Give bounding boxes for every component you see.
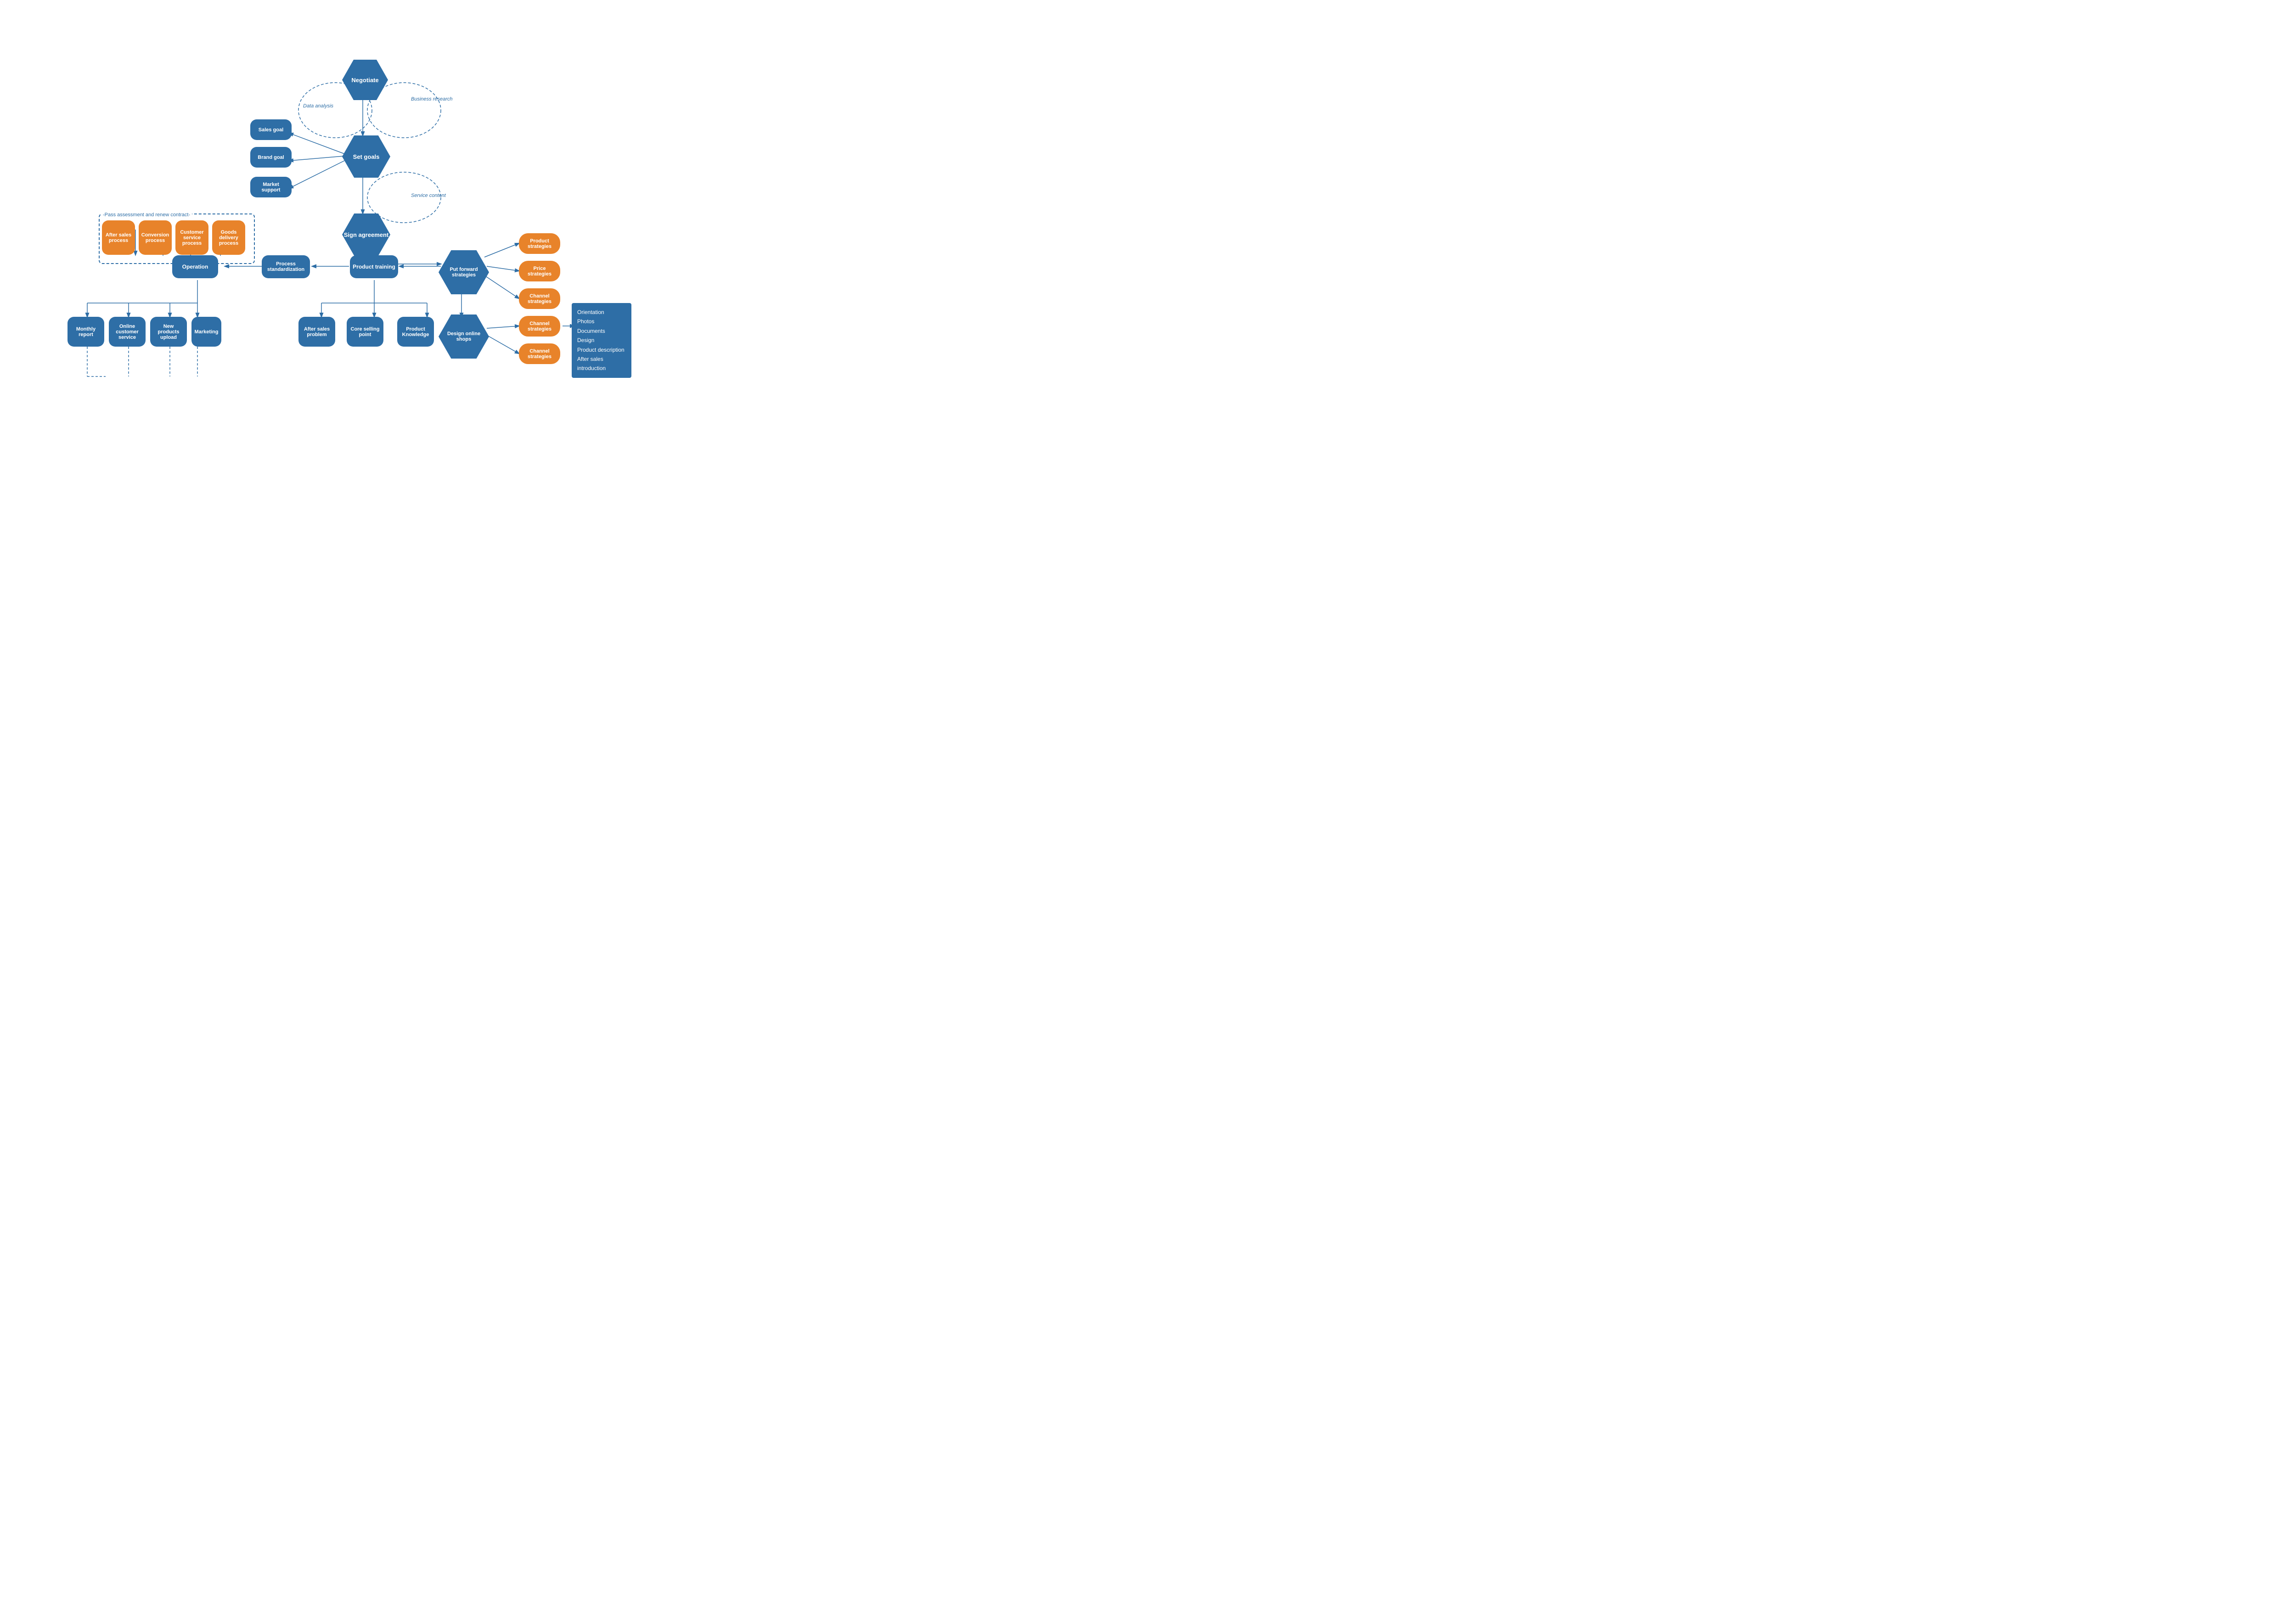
channel-strategies-3-label: Channel strategies (522, 348, 557, 359)
diagram-container: Negotiate Set goals Sign agreement Sales… (0, 0, 597, 413)
marketing-node: Marketing (191, 317, 221, 347)
dashed-assessment-label: -Pass assessment and renew contract- (101, 212, 192, 218)
process-standardization-label: Process standardization (264, 261, 307, 272)
sign-agreement-node: Sign agreement (342, 213, 390, 256)
product-knowledge-node: Product Knowledge (397, 317, 434, 347)
new-products-upload-node: New products upload (150, 317, 187, 347)
channel-strategies-2-node: Channel strategies (519, 316, 560, 337)
core-selling-point-label: Core selling point (349, 326, 381, 337)
brand-goal-node: Brand goal (250, 147, 292, 168)
info-box-label: Orientation Photos Documents Design Prod… (577, 309, 625, 371)
monthly-report-label: Monthly report (70, 326, 101, 337)
marketing-label: Marketing (195, 329, 219, 335)
design-online-shops-label: Design online shops (439, 329, 489, 344)
negotiate-label: Negotiate (351, 77, 378, 84)
business-research-label: Business research (411, 96, 453, 102)
customer-service-process-label: Customer service process (178, 230, 206, 246)
online-customer-service-node: Online customer service (109, 317, 146, 347)
design-online-shops-node: Design online shops (439, 314, 489, 359)
put-forward-strategies-node: Put forward strategies (439, 250, 489, 294)
core-selling-point-node: Core selling point (347, 317, 383, 347)
channel-strategies-2-label: Channel strategies (522, 321, 557, 332)
arrows-svg (0, 0, 597, 413)
channel-strategies-1-label: Channel strategies (522, 293, 557, 304)
set-goals-node: Set goals (342, 135, 390, 178)
product-training-label: Product training (353, 264, 395, 270)
monthly-report-node: Monthly report (68, 317, 104, 347)
sales-goal-node: Sales goal (250, 119, 292, 140)
price-strategies-label: Price strategies (522, 266, 557, 277)
put-forward-label: Put forward strategies (439, 265, 489, 280)
after-sales-process-label: After sales process (105, 232, 132, 243)
goods-delivery-process-node: Goods delivery process (212, 220, 245, 255)
after-sales-problem-label: After sales problem (301, 326, 332, 337)
data-analysis-label: Data analysis (303, 103, 333, 109)
set-goals-label: Set goals (353, 153, 380, 160)
price-strategies-node: Price strategies (519, 261, 560, 281)
info-box: Orientation Photos Documents Design Prod… (572, 303, 631, 378)
sign-agreement-label: Sign agreement (344, 231, 389, 238)
online-customer-service-label: Online customer service (112, 324, 143, 340)
process-standardization-node: Process standardization (262, 255, 310, 278)
conversion-process-label: Conversion process (141, 232, 169, 243)
after-sales-problem-node: After sales problem (298, 317, 335, 347)
product-strategies-label: Product strategies (522, 238, 557, 249)
operation-label: Operation (182, 264, 208, 270)
product-training-node: Product training (350, 255, 398, 278)
new-products-upload-label: New products upload (153, 324, 184, 340)
sales-goal-label: Sales goal (259, 127, 283, 133)
product-knowledge-label: Product Knowledge (400, 326, 431, 337)
market-support-label: Market support (253, 182, 289, 193)
negotiate-node: Negotiate (342, 60, 388, 100)
product-strategies-node: Product strategies (519, 233, 560, 254)
goods-delivery-process-label: Goods delivery process (215, 230, 242, 246)
conversion-process-node: Conversion process (139, 220, 172, 255)
channel-strategies-3-node: Channel strategies (519, 343, 560, 364)
market-support-node: Market support (250, 177, 292, 197)
after-sales-process-node: After sales process (102, 220, 135, 255)
service-content-label: Service content (411, 193, 446, 198)
channel-strategies-1-node: Channel strategies (519, 288, 560, 309)
customer-service-process-node: Customer service process (175, 220, 208, 255)
brand-goal-label: Brand goal (258, 155, 284, 160)
